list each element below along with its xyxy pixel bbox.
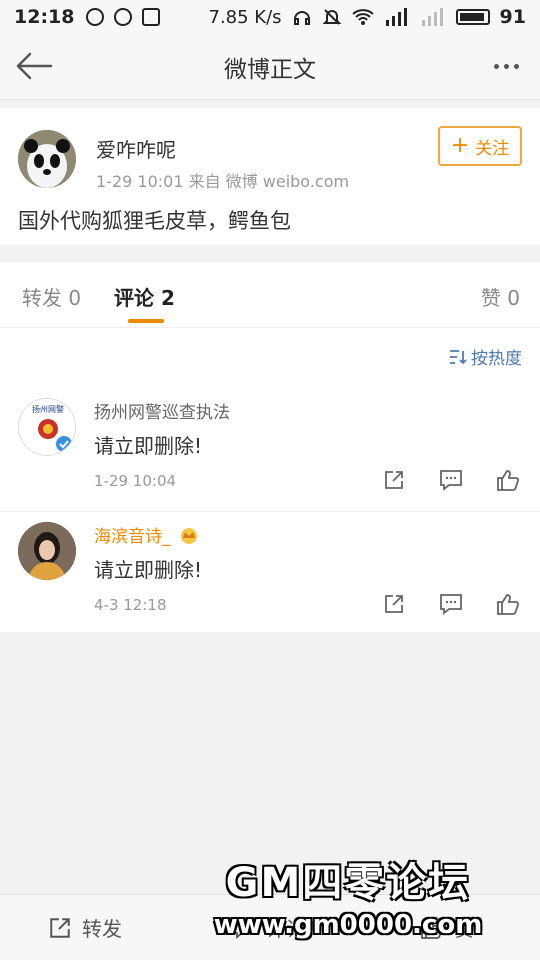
- share-comment-button[interactable]: [382, 468, 406, 492]
- comments-section: 按热度 扬州网警 扬州网警巡查执法 请立即删除! 1-29 10:04 海滨音诗…: [0, 328, 540, 632]
- comment-item: 扬州网警 扬州网警巡查执法 请立即删除! 1-29 10:04: [0, 388, 540, 512]
- svg-text:扬州网警: 扬州网警: [32, 404, 64, 414]
- tab-comments[interactable]: 评论 2: [114, 282, 175, 311]
- watermark-url: www.gm0000.com: [213, 910, 483, 940]
- signal-icon: [385, 8, 407, 26]
- page-title: 微博正文: [224, 56, 316, 83]
- back-button[interactable]: [12, 46, 56, 86]
- more-button[interactable]: [486, 46, 526, 86]
- commenter-name[interactable]: 扬州网警巡查执法: [94, 398, 230, 423]
- thumbs-up-icon: [497, 594, 520, 615]
- sort-label: 按热度: [471, 349, 522, 369]
- follow-label: 关注: [475, 138, 510, 159]
- comment-text: 请立即删除!: [94, 434, 203, 458]
- commenter-avatar[interactable]: 扬州网警: [18, 398, 76, 456]
- crown-badge-icon: [180, 528, 197, 544]
- signal-2-icon: [421, 8, 443, 26]
- repost-label: 转发: [82, 917, 122, 941]
- author-name[interactable]: 爱咋咋呢: [96, 134, 176, 163]
- tab-likes[interactable]: 赞 0: [481, 282, 520, 311]
- image-icon: [142, 8, 161, 26]
- commenter-name-text: 海滨音诗_: [94, 527, 171, 547]
- share-comment-button[interactable]: [382, 592, 406, 616]
- like-comment-button[interactable]: [496, 468, 520, 492]
- post-meta: 1-29 10:01 来自 微博 weibo.com: [96, 172, 350, 191]
- comment-icon: [440, 594, 462, 615]
- sort-button[interactable]: 按热度: [449, 344, 522, 369]
- panda-avatar-image: [18, 130, 76, 188]
- interaction-tabs: 转发 0 评论 2 赞 0: [0, 262, 540, 328]
- share-icon: [50, 917, 70, 938]
- comment-text: 请立即删除!: [94, 558, 203, 582]
- police-badge-avatar-image: 扬州网警: [19, 399, 75, 455]
- sort-icon: [450, 349, 467, 364]
- comment-time: 1-29 10:04: [94, 472, 177, 490]
- battery-icon: [455, 9, 490, 25]
- more-dot-icon: [503, 63, 509, 69]
- post-content: 国外代购狐狸毛皮草，鳄鱼包: [18, 209, 291, 233]
- plus-icon: +: [450, 133, 470, 158]
- follow-button[interactable]: + 关注: [438, 126, 522, 166]
- author-avatar[interactable]: [18, 130, 76, 188]
- wifi-icon: [351, 9, 374, 25]
- commenter-avatar[interactable]: [18, 522, 76, 580]
- mute-icon: [322, 9, 341, 25]
- comment-icon: [440, 470, 462, 491]
- battery-level: 91: [499, 6, 526, 28]
- share-icon: [385, 471, 403, 489]
- reply-comment-button[interactable]: [439, 468, 463, 492]
- watermark-title: GM四零论坛: [225, 860, 471, 906]
- share-icon: [385, 595, 403, 613]
- comment-time: 4-3 12:18: [94, 596, 167, 614]
- reply-comment-button[interactable]: [439, 592, 463, 616]
- commenter-name[interactable]: 海滨音诗_: [94, 522, 200, 547]
- network-speed: 7.85 K/s: [208, 6, 282, 28]
- more-dot-icon: [513, 63, 519, 69]
- like-comment-button[interactable]: [496, 592, 520, 616]
- tab-repost[interactable]: 转发 0: [22, 282, 81, 311]
- more-dot-icon: [493, 63, 499, 69]
- headphone-icon: [293, 11, 310, 25]
- comment-item: 海滨音诗_ 请立即删除! 4-3 12:18: [0, 512, 540, 636]
- navigation-bar: 微博正文: [0, 34, 540, 100]
- back-arrow-icon: [16, 52, 53, 80]
- app-icon: [114, 8, 133, 26]
- status-bar: 12:18 7.85 K/s 91: [0, 0, 540, 34]
- thumbs-up-icon: [497, 470, 520, 491]
- notification-icon: [86, 8, 105, 26]
- active-tab-indicator: [128, 319, 164, 323]
- repost-button[interactable]: 转发: [48, 913, 122, 942]
- status-time: 12:18: [14, 6, 75, 28]
- post-card: 爱咋咋呢 1-29 10:01 来自 微博 weibo.com + 关注 国外代…: [0, 108, 540, 245]
- watermark: GM四零论坛 www.gm0000.com: [198, 850, 498, 940]
- user-photo-avatar-image: [18, 522, 76, 580]
